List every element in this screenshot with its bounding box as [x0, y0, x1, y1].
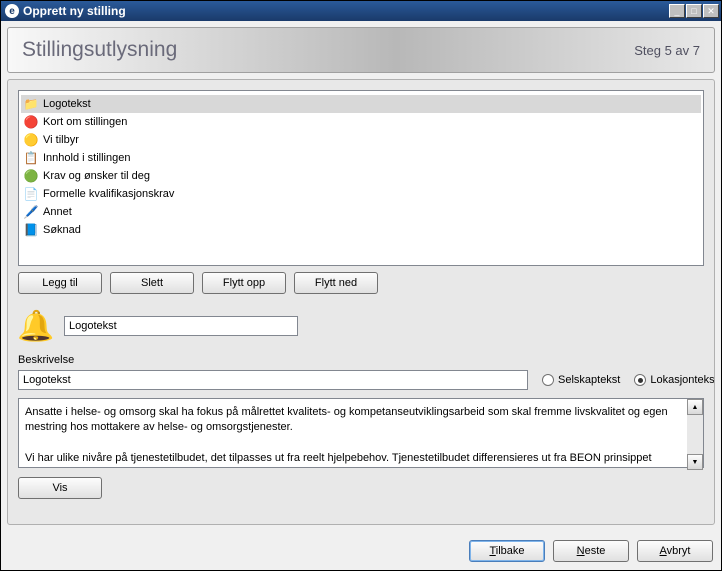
- list-item-label: Annet: [43, 206, 72, 218]
- list-item-icon: 🟢: [23, 168, 39, 184]
- wizard-header: Stillingsutlysning Steg 5 av 7: [7, 27, 715, 73]
- list-item-icon: 📋: [23, 150, 39, 166]
- minimize-button[interactable]: _: [669, 4, 685, 18]
- list-item-icon: 📘: [23, 222, 39, 238]
- show-button[interactable]: Vis: [18, 477, 102, 499]
- list-item[interactable]: 📁 Logotekst: [21, 95, 701, 113]
- list-item-icon: 🔴: [23, 114, 39, 130]
- section-title-input[interactable]: [64, 316, 298, 336]
- list-item-icon: 🖊️: [23, 204, 39, 220]
- list-item[interactable]: 🔴 Kort om stillingen: [21, 113, 701, 131]
- page-title: Stillingsutlysning: [22, 38, 634, 62]
- list-item[interactable]: 📄 Formelle kvalifikasjonskrav: [21, 185, 701, 203]
- section-title-row: 🔔: [18, 308, 704, 344]
- list-button-row: Legg til Slett Flytt opp Flytt ned: [18, 272, 704, 294]
- move-down-button[interactable]: Flytt ned: [294, 272, 378, 294]
- radio-company-label: Selskaptekst: [558, 374, 620, 386]
- body-textarea[interactable]: [18, 398, 704, 468]
- list-item[interactable]: 🖊️ Annet: [21, 203, 701, 221]
- move-up-button[interactable]: Flytt opp: [202, 272, 286, 294]
- content-area: Stillingsutlysning Steg 5 av 7 📁 Logoteks…: [1, 21, 721, 531]
- back-button[interactable]: Tilbake: [469, 540, 545, 562]
- scroll-track[interactable]: [687, 415, 703, 454]
- main-panel: 📁 Logotekst 🔴 Kort om stillingen 🟡 Vi tilbyr 📋…: [7, 79, 715, 525]
- list-item-icon: 📄: [23, 186, 39, 202]
- dialog-window: e Opprett ny stilling _ □ ✕ Stillingsutl…: [0, 0, 722, 571]
- radio-company[interactable]: Selskaptekst: [542, 374, 620, 386]
- radio-icon: [634, 374, 646, 386]
- wizard-footer: Tilbake Neste Avbryt: [1, 531, 721, 570]
- section-list[interactable]: 📁 Logotekst 🔴 Kort om stillingen 🟡 Vi tilbyr 📋…: [18, 90, 704, 266]
- titlebar: e Opprett ny stilling _ □ ✕: [1, 1, 721, 21]
- list-item-label: Kort om stillingen: [43, 116, 127, 128]
- close-button[interactable]: ✕: [703, 4, 719, 18]
- list-item-label: Søknad: [43, 224, 81, 236]
- show-row: Vis: [18, 477, 704, 499]
- list-item-label: Innhold i stillingen: [43, 152, 130, 164]
- list-item[interactable]: 📋 Innhold i stillingen: [21, 149, 701, 167]
- list-item[interactable]: 📘 Søknad: [21, 221, 701, 239]
- description-row: Selskaptekst Lokasjontekst: [18, 370, 704, 390]
- scroll-down-icon[interactable]: ▼: [687, 454, 703, 470]
- list-item-icon: 🟡: [23, 132, 39, 148]
- list-item-label: Logotekst: [43, 98, 91, 110]
- body-text-wrap: ▲ ▼: [18, 398, 704, 471]
- radio-location[interactable]: Lokasjontekst: [634, 374, 715, 386]
- step-indicator: Steg 5 av 7: [634, 43, 700, 58]
- list-item[interactable]: 🟡 Vi tilbyr: [21, 131, 701, 149]
- next-button[interactable]: Neste: [553, 540, 629, 562]
- bell-icon: 🔔: [18, 308, 54, 344]
- list-item[interactable]: 🟢 Krav og ønsker til deg: [21, 167, 701, 185]
- list-item-label: Vi tilbyr: [43, 134, 79, 146]
- maximize-button[interactable]: □: [686, 4, 702, 18]
- cancel-button[interactable]: Avbryt: [637, 540, 713, 562]
- list-item-icon: 📁: [23, 96, 39, 112]
- description-input[interactable]: [18, 370, 528, 390]
- delete-button[interactable]: Slett: [110, 272, 194, 294]
- description-label: Beskrivelse: [18, 354, 704, 366]
- window-controls: _ □ ✕: [668, 4, 719, 18]
- window-title: Opprett ny stilling: [23, 4, 668, 18]
- list-item-label: Krav og ønsker til deg: [43, 170, 150, 182]
- add-button[interactable]: Legg til: [18, 272, 102, 294]
- radio-icon: [542, 374, 554, 386]
- scroll-up-icon[interactable]: ▲: [687, 399, 703, 415]
- radio-location-label: Lokasjontekst: [650, 374, 715, 386]
- app-icon: e: [5, 4, 19, 18]
- textarea-scrollbar[interactable]: ▲ ▼: [687, 399, 703, 470]
- list-item-label: Formelle kvalifikasjonskrav: [43, 188, 174, 200]
